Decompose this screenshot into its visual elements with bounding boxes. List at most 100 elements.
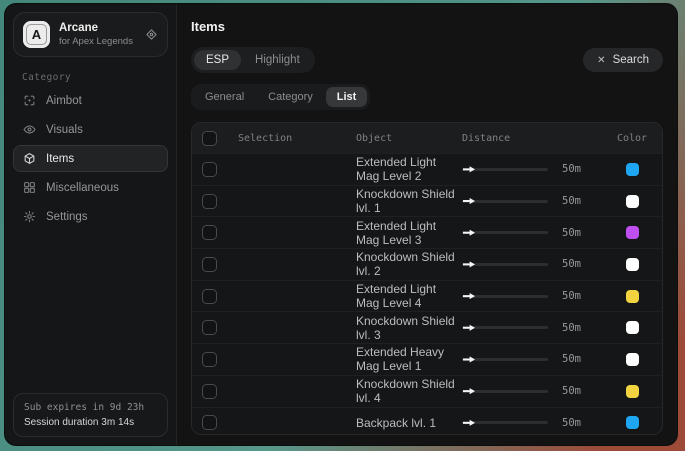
distance-value: 50m bbox=[562, 322, 581, 334]
gem-icon[interactable] bbox=[145, 28, 158, 41]
color-swatch[interactable] bbox=[626, 195, 639, 208]
distance-slider[interactable] bbox=[462, 358, 548, 361]
distance-value: 50m bbox=[562, 227, 581, 239]
sidebar-item-miscellaneous[interactable]: Miscellaneous bbox=[13, 174, 168, 201]
distance-slider[interactable] bbox=[462, 326, 548, 329]
search-button[interactable]: ✕ Search bbox=[583, 48, 663, 72]
subscription-info-card: Sub expires in 9d 23h Session duration 3… bbox=[13, 393, 168, 437]
color-swatch[interactable] bbox=[626, 226, 639, 239]
color-swatch[interactable] bbox=[626, 290, 639, 303]
row-checkbox[interactable] bbox=[202, 162, 217, 177]
column-header-distance: Distance bbox=[462, 133, 612, 144]
table-row: Extended Light Mag Level 4 50m bbox=[192, 280, 662, 312]
app-name: Arcane bbox=[59, 21, 133, 35]
distance-cell: 50m bbox=[462, 258, 612, 270]
row-checkbox[interactable] bbox=[202, 194, 217, 209]
color-swatch[interactable] bbox=[626, 321, 639, 334]
object-label: Knockdown Shield lvl. 2 bbox=[356, 250, 462, 278]
distance-slider[interactable] bbox=[462, 421, 548, 424]
session-duration-text: Session duration 3m 14s bbox=[24, 417, 157, 428]
sidebar-item-items[interactable]: Items bbox=[13, 145, 168, 172]
distance-slider[interactable] bbox=[462, 263, 548, 266]
slider-thumb[interactable] bbox=[463, 388, 475, 395]
category-section-label: Category bbox=[22, 72, 168, 83]
tab-esp[interactable]: ESP bbox=[194, 50, 241, 70]
gear-icon bbox=[23, 210, 36, 223]
column-header-selection: Selection bbox=[238, 133, 356, 144]
distance-slider[interactable] bbox=[462, 168, 548, 171]
row-checkbox[interactable] bbox=[202, 384, 217, 399]
slider-thumb[interactable] bbox=[463, 229, 475, 236]
sidebar-item-settings[interactable]: Settings bbox=[13, 203, 168, 230]
tab-highlight[interactable]: Highlight bbox=[243, 50, 312, 70]
sidebar-item-label: Items bbox=[46, 153, 74, 165]
slider-thumb[interactable] bbox=[463, 419, 475, 426]
row-checkbox[interactable] bbox=[202, 225, 217, 240]
table-header-row: Selection Object Distance Color bbox=[192, 123, 662, 153]
slider-thumb[interactable] bbox=[463, 198, 475, 205]
row-checkbox[interactable] bbox=[202, 257, 217, 272]
column-header-color: Color bbox=[617, 133, 647, 144]
table-row: Knockdown Shield lvl. 4 50m bbox=[192, 375, 662, 407]
distance-value: 50m bbox=[562, 195, 581, 207]
distance-value: 50m bbox=[562, 353, 581, 365]
distance-value: 50m bbox=[562, 385, 581, 397]
object-label: Backpack lvl. 1 bbox=[356, 416, 462, 430]
distance-cell: 50m bbox=[462, 322, 612, 334]
row-checkbox[interactable] bbox=[202, 320, 217, 335]
row-checkbox[interactable] bbox=[202, 289, 217, 304]
distance-slider[interactable] bbox=[462, 200, 548, 203]
color-swatch[interactable] bbox=[626, 258, 639, 271]
distance-value: 50m bbox=[562, 258, 581, 270]
object-label: Knockdown Shield lvl. 4 bbox=[356, 377, 462, 405]
grid-icon bbox=[23, 181, 36, 194]
app-window: A Arcane for Apex Legends Category Aimbo… bbox=[5, 4, 677, 445]
distance-value: 50m bbox=[562, 290, 581, 302]
row-checkbox[interactable] bbox=[202, 352, 217, 367]
table-row: Extended Light Mag Level 3 50m bbox=[192, 216, 662, 248]
distance-cell: 50m bbox=[462, 290, 612, 302]
tab-list[interactable]: List bbox=[326, 87, 368, 107]
slider-thumb[interactable] bbox=[463, 293, 475, 300]
items-table: Selection Object Distance Color Extended… bbox=[191, 122, 663, 435]
slider-thumb[interactable] bbox=[463, 356, 475, 363]
table-row: Knockdown Shield lvl. 2 50m bbox=[192, 248, 662, 280]
sidebar-item-aimbot[interactable]: Aimbot bbox=[13, 87, 168, 114]
sidebar-item-visuals[interactable]: Visuals bbox=[13, 116, 168, 143]
sidebar-item-label: Visuals bbox=[46, 124, 83, 136]
sidebar-item-label: Miscellaneous bbox=[46, 182, 119, 194]
table-row: Extended Light Mag Level 2 50m bbox=[192, 153, 662, 185]
color-swatch[interactable] bbox=[626, 163, 639, 176]
distance-value: 50m bbox=[562, 417, 581, 429]
row-checkbox[interactable] bbox=[202, 415, 217, 430]
object-label: Knockdown Shield lvl. 1 bbox=[356, 187, 462, 215]
distance-slider[interactable] bbox=[462, 231, 548, 234]
tab-general[interactable]: General bbox=[194, 87, 255, 107]
app-logo: A bbox=[23, 21, 50, 48]
slider-thumb[interactable] bbox=[463, 261, 475, 268]
distance-cell: 50m bbox=[462, 353, 612, 365]
select-all-checkbox[interactable] bbox=[202, 131, 217, 146]
color-swatch[interactable] bbox=[626, 353, 639, 366]
slider-thumb[interactable] bbox=[463, 166, 475, 173]
sidebar-item-label: Settings bbox=[46, 211, 88, 223]
main-panel: Items ESP Highlight ✕ Search General Cat… bbox=[177, 4, 677, 445]
object-label: Extended Heavy Mag Level 1 bbox=[356, 345, 462, 373]
table-row: Knockdown Shield lvl. 1 50m bbox=[192, 185, 662, 217]
slider-thumb[interactable] bbox=[463, 324, 475, 331]
app-meta: Arcane for Apex Legends bbox=[59, 21, 133, 47]
distance-cell: 50m bbox=[462, 195, 612, 207]
distance-slider[interactable] bbox=[462, 390, 548, 393]
column-header-object: Object bbox=[356, 133, 462, 144]
distance-cell: 50m bbox=[462, 417, 612, 429]
color-swatch[interactable] bbox=[626, 416, 639, 429]
distance-slider[interactable] bbox=[462, 295, 548, 298]
table-body: Extended Light Mag Level 2 50m Knockdown… bbox=[192, 153, 662, 435]
table-row: Knockdown Shield lvl. 3 50m bbox=[192, 311, 662, 343]
color-swatch[interactable] bbox=[626, 385, 639, 398]
search-label: Search bbox=[613, 54, 649, 66]
sidebar-nav: Aimbot Visuals Items bbox=[13, 87, 168, 230]
object-label: Knockdown Shield lvl. 3 bbox=[356, 314, 462, 342]
tab-category[interactable]: Category bbox=[257, 87, 324, 107]
object-label: Extended Light Mag Level 3 bbox=[356, 219, 462, 247]
